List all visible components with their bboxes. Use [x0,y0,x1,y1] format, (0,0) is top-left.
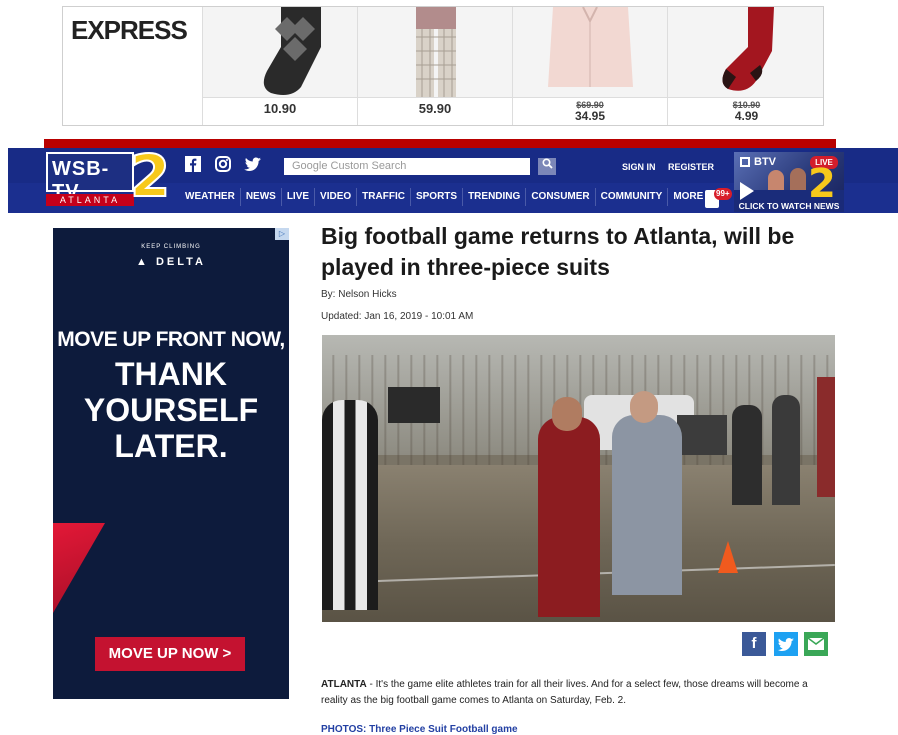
ad-product-socks-red[interactable]: $10.90 4.99 [668,7,823,125]
article-photo[interactable] [322,335,835,622]
product-image [358,7,512,97]
article-updated: Updated: Jan 16, 2019 - 10:01 AM [321,311,474,322]
product-price: 34.95 [574,109,606,123]
twitter-share-icon [778,638,794,651]
search-button[interactable] [538,158,556,175]
nav-news[interactable]: NEWS [241,188,282,206]
cast-icon [740,157,750,167]
product-price: 10.90 [263,101,297,116]
express-brand-text: EXPRESS [71,15,188,45]
ad-product-pants[interactable]: 59.90 [358,7,513,125]
article-headline: Big football game returns to Atlanta, wi… [321,223,795,280]
notifications-button[interactable]: 99+ [705,188,732,210]
nav-video[interactable]: VIDEO [315,188,358,206]
nav-trending[interactable]: TRENDING [463,188,527,206]
watch-news-cta[interactable]: CLICK TO WATCH NEWS [734,200,844,212]
product-price: 4.99 [734,109,759,123]
logo-city: ATLANTA [46,194,134,206]
delta-ad[interactable]: ▷ KEEP CLIMBING ▲ DELTA MOVE UP FRONT NO… [53,228,289,699]
nav-live[interactable]: LIVE [282,188,316,206]
logo-number: 2 [129,142,171,210]
article-paragraph: - It's the game elite athletes train for… [321,679,808,706]
sign-in-link[interactable]: SIGN IN [622,162,656,172]
twitter-icon[interactable] [244,156,262,174]
email-icon [807,637,825,650]
ad-tagline: KEEP CLIMBING [141,244,201,250]
delta-logo: ▲ DELTA [136,256,206,268]
nav-weather[interactable]: WEATHER [180,188,241,206]
search-input[interactable]: Google Custom Search [284,158,530,175]
ad-headline-line4: LATER. [114,428,228,464]
ad-headline-line2: THANK [115,356,227,392]
nav-consumer[interactable]: CONSUMER [526,188,596,206]
express-ad-banner[interactable]: EXPRESS 10.90 59.90 $69.90 34.95 $10.90 … [62,6,824,126]
product-image [203,7,357,97]
share-facebook-button[interactable]: f [742,632,766,656]
instagram-icon[interactable] [214,156,232,174]
register-link[interactable]: REGISTER [668,162,714,172]
product-image [668,7,823,97]
facebook-icon[interactable] [184,156,202,174]
ad-product-socks-argyle[interactable]: 10.90 [203,7,358,125]
article-dateline: ATLANTA [321,679,367,690]
share-email-button[interactable] [804,632,828,656]
ad-headline-main: THANK YOURSELF LATER. [53,356,289,464]
ad-headline-line1: MOVE UP FRONT NOW, [57,328,285,351]
facebook-share-icon: f [751,635,757,652]
delta-widget-graphic [53,523,105,613]
main-nav: WEATHER NEWS LIVE VIDEO TRAFFIC SPORTS T… [180,188,708,206]
product-image [513,7,667,97]
wsb-tv-logo[interactable]: WSB-TV ATLANTA 2 [46,145,178,208]
notification-badge: 99+ [714,188,732,200]
traffic-cone [718,541,738,573]
adchoices-icon[interactable]: ▷ [275,228,289,240]
ad-headline-line3: YOURSELF [83,392,259,428]
play-icon [740,182,754,200]
search-icon [541,158,553,169]
live-news-promo[interactable]: BTV LIVE 2 CLICK TO WATCH NEWS [734,152,844,212]
live-channel: BTV [754,156,776,168]
article-body: ATLANTA - It's the game elite athletes t… [321,677,821,709]
nav-traffic[interactable]: TRAFFIC [357,188,411,206]
express-logo[interactable]: EXPRESS [63,7,203,125]
nav-sports[interactable]: SPORTS [411,188,464,206]
product-price: 59.90 [418,101,452,116]
delta-brand: DELTA [155,256,206,268]
site-header: WSB-TV ATLANTA 2 Google Custom Search SI… [8,145,898,213]
logo-box: WSB-TV [46,152,134,203]
share-twitter-button[interactable] [774,632,798,656]
nav-community[interactable]: COMMUNITY [596,188,669,206]
photos-gallery-link[interactable]: PHOTOS: Three Piece Suit Football game [321,724,518,735]
ad-product-shirt[interactable]: $69.90 34.95 [513,7,668,125]
channel-number: 2 [808,161,836,207]
ad-cta-button[interactable]: MOVE UP NOW > [95,637,245,671]
nav-more[interactable]: MORE [668,188,708,206]
article-byline: By: Nelson Hicks [321,289,397,300]
